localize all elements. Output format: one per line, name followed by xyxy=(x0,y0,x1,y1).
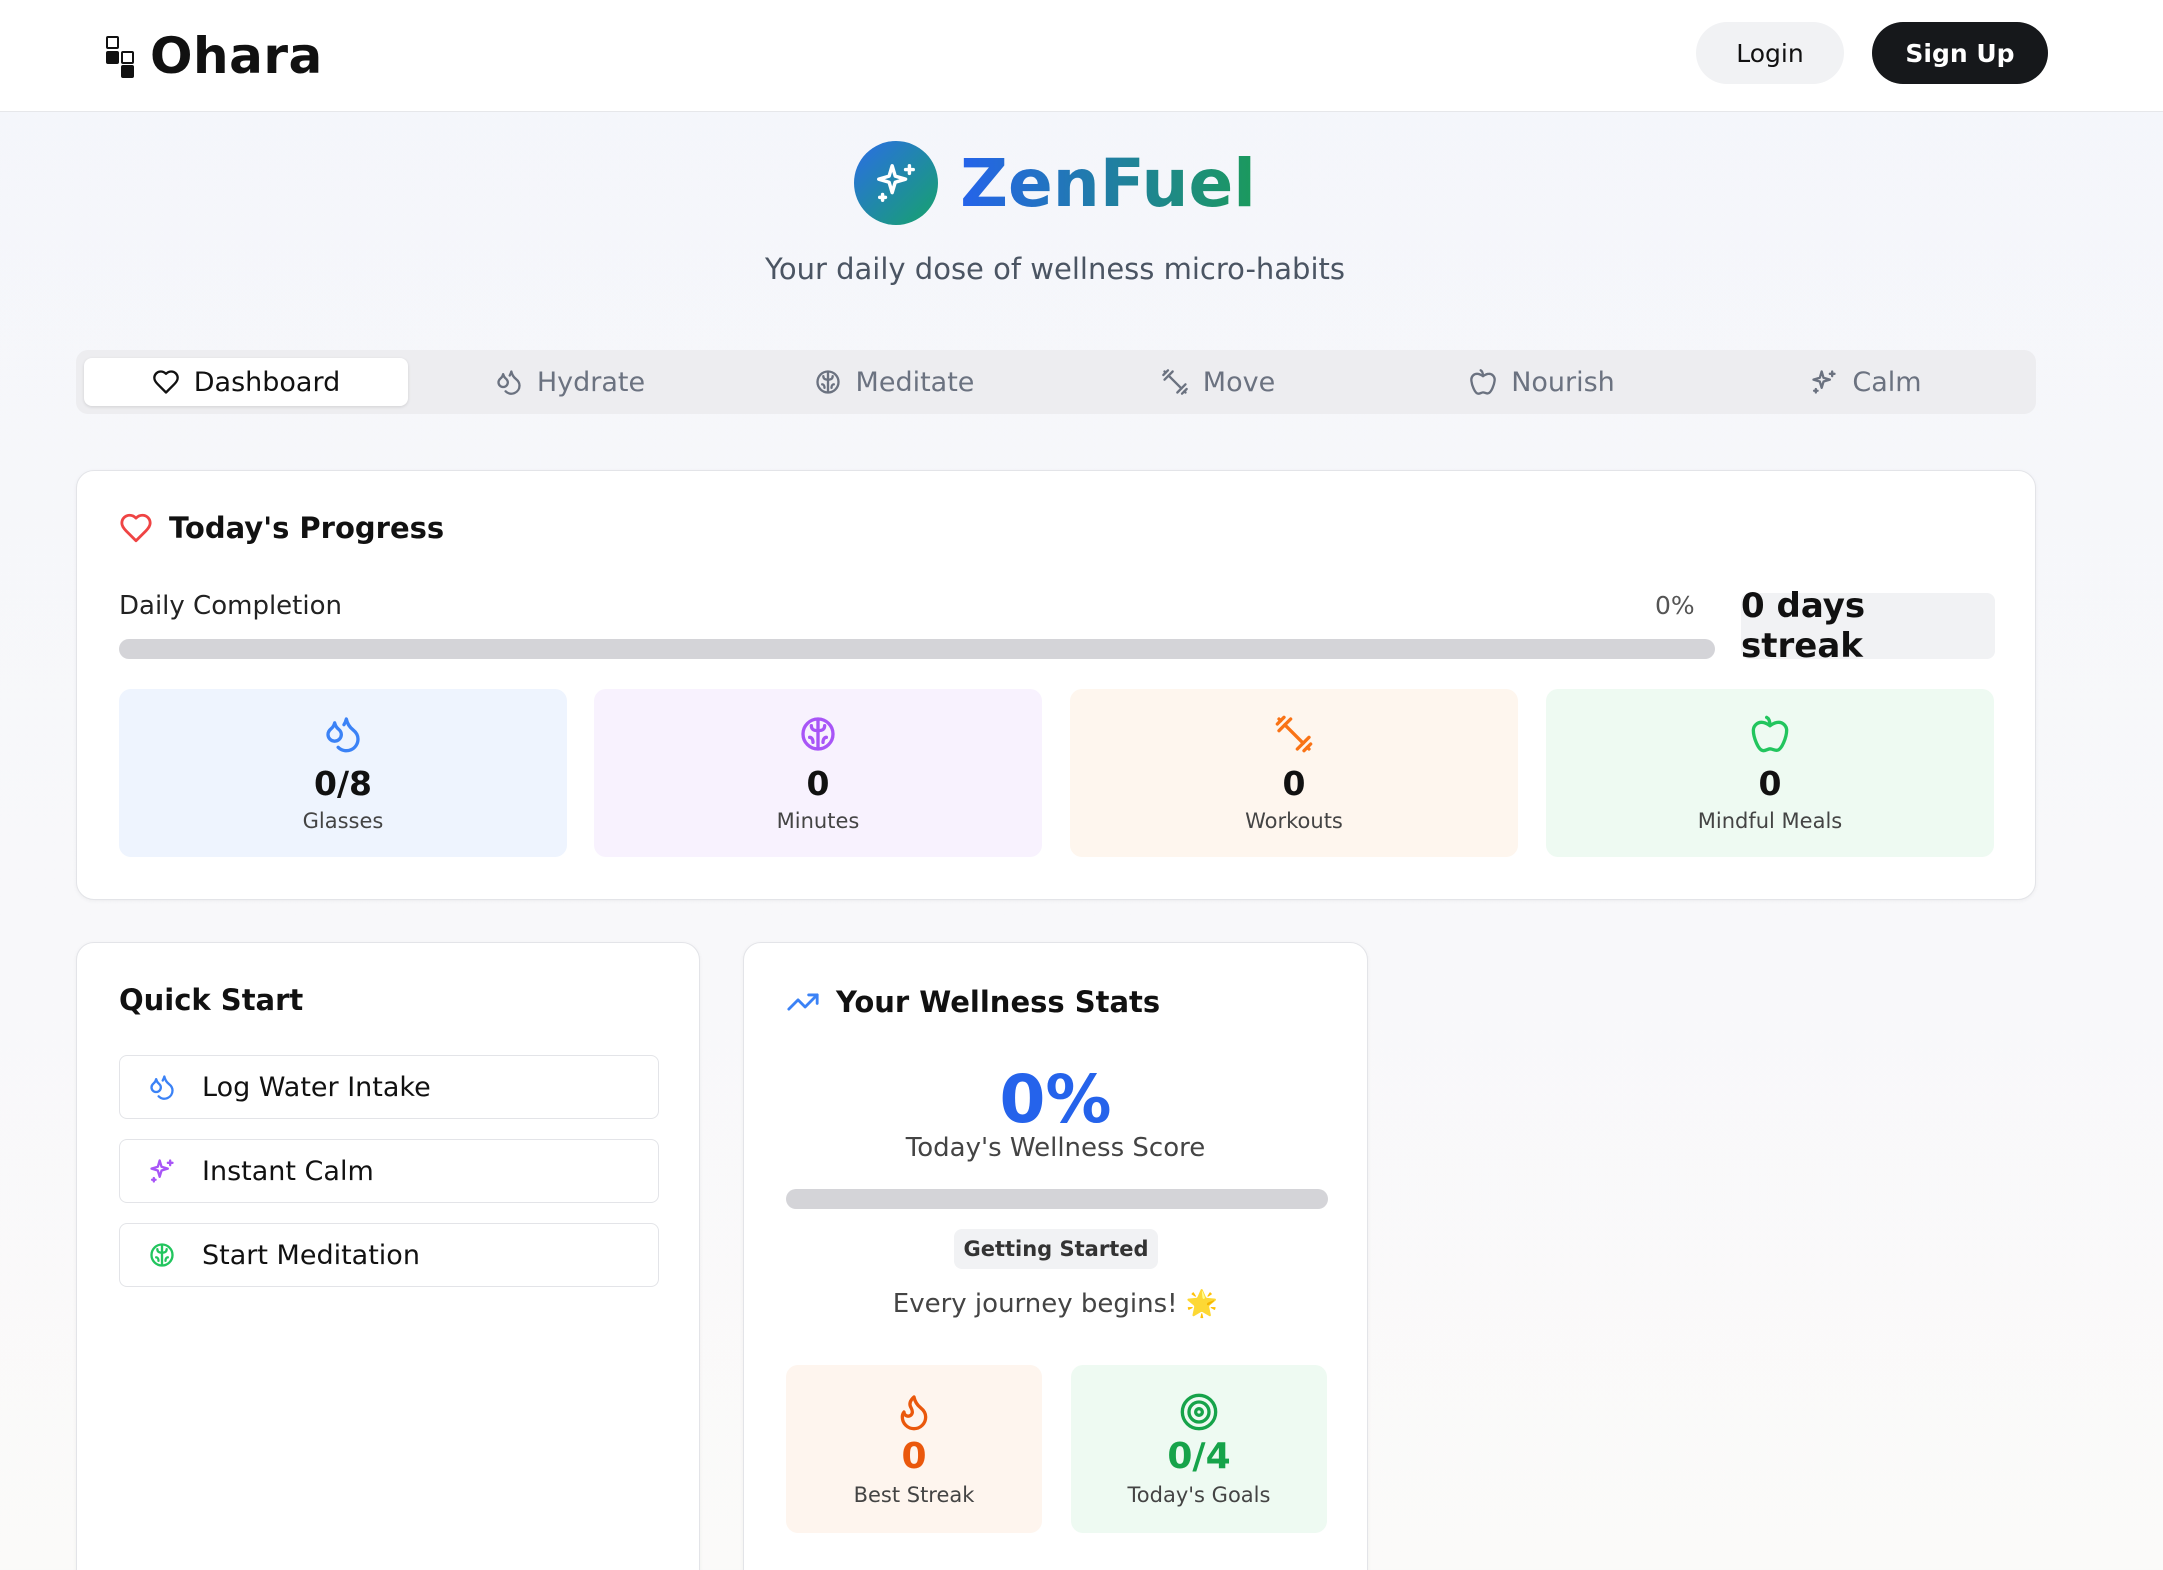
tab-hydrate[interactable]: Hydrate xyxy=(408,358,732,406)
tab-label: Move xyxy=(1202,366,1276,398)
sparkles-icon xyxy=(854,141,939,225)
todays-progress-card: Today's Progress Daily Completion 0% 0 d… xyxy=(76,470,2036,900)
heart-icon xyxy=(152,370,179,394)
wellness-stats-title: Your Wellness Stats xyxy=(786,985,1160,1019)
tab-label: Hydrate xyxy=(536,366,646,398)
button-label: Start Meditation xyxy=(202,1239,420,1271)
best-streak-tile: 0 Best Streak xyxy=(786,1365,1042,1533)
app-subtitle: Your daily dose of wellness micro-habits xyxy=(765,252,1345,286)
tab-bar: Dashboard Hydrate Meditate Move Nourish … xyxy=(76,350,2036,414)
todays-goals-tile: 0/4 Today's Goals xyxy=(1071,1365,1327,1533)
brand[interactable]: Ohara xyxy=(106,26,323,86)
apple-icon xyxy=(1470,369,1497,395)
progress-title: Today's Progress xyxy=(119,511,444,545)
stat-tile-minutes: 0 Minutes xyxy=(594,689,1042,857)
stat-tile-workouts: 0 Workouts xyxy=(1070,689,1518,857)
app-title: ZenFuel xyxy=(960,144,1256,222)
droplets-icon xyxy=(326,716,360,752)
tab-nourish[interactable]: Nourish xyxy=(1380,358,1704,406)
instant-calm-button[interactable]: Instant Calm xyxy=(119,1139,659,1203)
wellness-message: Every journey begins! 🌟 xyxy=(892,1289,1219,1319)
tab-dashboard[interactable]: Dashboard xyxy=(84,358,408,406)
sparkles-icon xyxy=(1812,370,1837,394)
stat-value: 0 xyxy=(806,763,830,803)
quick-start-card: Quick Start Log Water Intake Instant Cal… xyxy=(76,942,700,1570)
ohara-logo-icon xyxy=(106,34,140,78)
tab-label: Dashboard xyxy=(193,366,341,398)
stat-label: Minutes xyxy=(776,808,860,833)
heart-icon xyxy=(120,513,152,543)
signup-button[interactable]: Sign Up xyxy=(1872,22,2048,84)
brand-name: Ohara xyxy=(150,27,323,85)
daily-completion-bar xyxy=(119,639,1715,659)
level-badge: Getting Started xyxy=(954,1229,1158,1269)
brain-icon xyxy=(815,370,840,394)
todays-goals-label: Today's Goals xyxy=(1127,1482,1271,1507)
button-label: Log Water Intake xyxy=(202,1071,431,1103)
sparkles-icon xyxy=(150,1159,174,1183)
tab-move[interactable]: Move xyxy=(1056,358,1380,406)
start-meditation-button[interactable]: Start Meditation xyxy=(119,1223,659,1287)
droplets-icon xyxy=(497,370,521,395)
best-streak-value: 0 xyxy=(901,1435,927,1477)
apple-icon xyxy=(1751,715,1789,752)
progress-title-text: Today's Progress xyxy=(169,511,445,545)
stat-value: 0/8 xyxy=(314,763,372,803)
dumbbell-icon xyxy=(1161,369,1188,395)
wellness-score: 0% xyxy=(999,1061,1112,1138)
tab-meditate[interactable]: Meditate xyxy=(732,358,1056,406)
wellness-stats-card: Your Wellness Stats 0% Today's Wellness … xyxy=(743,942,1368,1570)
stat-tile-mindful-meals: 0 Mindful Meals xyxy=(1546,689,1994,857)
tab-label: Calm xyxy=(1852,366,1922,398)
stat-label: Workouts xyxy=(1245,808,1343,833)
wellness-stats-title-text: Your Wellness Stats xyxy=(836,985,1161,1019)
daily-completion-label: Daily Completion xyxy=(119,591,342,621)
stat-label: Mindful Meals xyxy=(1697,808,1843,833)
stat-value: 0 xyxy=(1282,763,1306,803)
best-streak-label: Best Streak xyxy=(853,1482,975,1507)
todays-goals-value: 0/4 xyxy=(1167,1435,1231,1477)
quick-start-title: Quick Start xyxy=(119,983,304,1017)
brain-icon xyxy=(150,1243,174,1267)
target-icon xyxy=(1180,1393,1218,1430)
dumbbell-icon xyxy=(1275,715,1313,752)
tab-label: Nourish xyxy=(1511,366,1615,398)
wellness-score-label: Today's Wellness Score xyxy=(905,1133,1206,1163)
wellness-score-bar xyxy=(786,1189,1328,1209)
tab-label: Meditate xyxy=(855,366,975,398)
login-button[interactable]: Login xyxy=(1696,22,1844,84)
daily-completion-percent: 0% xyxy=(1655,591,1695,620)
stat-tile-glasses: 0/8 Glasses xyxy=(119,689,567,857)
streak-badge: 0 days streak xyxy=(1741,586,1995,666)
brain-icon xyxy=(801,716,835,751)
stat-value: 0 xyxy=(1758,763,1782,803)
tab-calm[interactable]: Calm xyxy=(1704,358,2028,406)
stat-label: Glasses xyxy=(302,808,384,833)
flame-icon xyxy=(900,1394,928,1430)
trending-up-icon xyxy=(787,993,819,1011)
button-label: Instant Calm xyxy=(202,1155,374,1187)
droplets-icon xyxy=(150,1075,174,1100)
top-navbar: Ohara Login Sign Up xyxy=(0,0,2163,112)
hero: ZenFuel Your daily dose of wellness micr… xyxy=(0,138,2110,286)
log-water-button[interactable]: Log Water Intake xyxy=(119,1055,659,1119)
